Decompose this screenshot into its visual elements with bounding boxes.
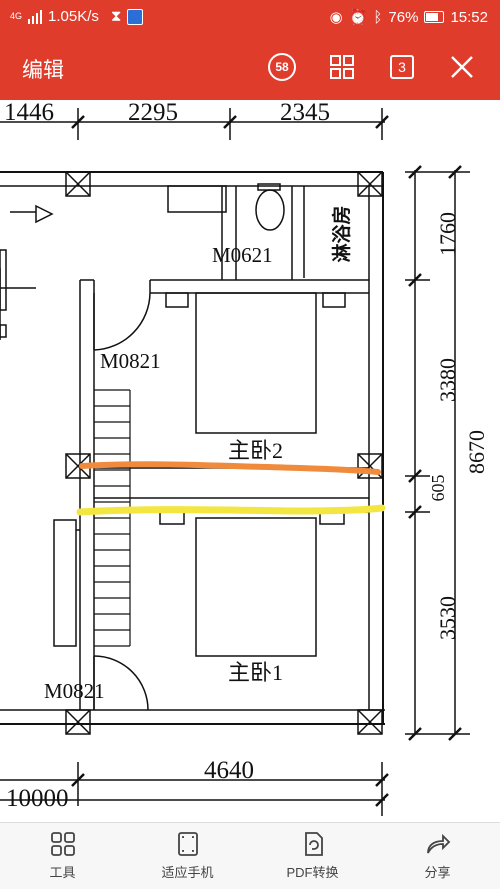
dim-right-3380: 3380: [435, 358, 460, 402]
dim-right-1760: 1760: [435, 212, 460, 256]
dim-top-2295: 2295: [128, 100, 178, 126]
door-m0621-label: M0621: [212, 243, 273, 267]
tools-label: 工具: [49, 865, 76, 880]
page-title: 编辑: [22, 59, 64, 82]
share-button[interactable]: 分享: [375, 823, 500, 889]
door-m0821-bottom-label: M0821: [44, 679, 105, 703]
bottom-toolbar: 工具 适应手机 PDF转换 分享: [0, 822, 500, 889]
alarm-icon: ⏰: [348, 9, 368, 26]
dim-right-total-8670: 8670: [464, 430, 489, 474]
app-58-button[interactable]: 58: [263, 48, 301, 86]
grid-view-button[interactable]: [323, 48, 361, 86]
app-bar: 编辑 58 3: [0, 34, 500, 100]
badge-58-icon: 58: [268, 53, 296, 81]
badge-58-label: 58: [275, 60, 289, 74]
door-m0821-top-label: M0821: [100, 349, 161, 373]
dim-bottom-4640: 4640: [204, 757, 254, 784]
dim-bottom-total-10000: 10000: [6, 785, 69, 812]
document-canvas[interactable]: 1446 2295 2345 M0621 淋浴房 M0821 主卧2 主卧1 M…: [0, 100, 500, 822]
pdf-convert-label: PDF转换: [286, 865, 339, 880]
tools-button[interactable]: 工具: [0, 823, 125, 889]
share-icon: [426, 833, 450, 854]
fit-phone-label: 适应手机: [161, 865, 214, 880]
bedroom1-label: 主卧1: [228, 660, 283, 685]
dim-top-2345: 2345: [280, 100, 330, 126]
dim-right-605: 605: [428, 475, 448, 502]
shield-app-icon: [127, 8, 144, 25]
battery-percent: 76%: [388, 8, 419, 26]
page-count-badge: 3: [390, 55, 414, 79]
fit-phone-button[interactable]: 适应手机: [125, 823, 250, 889]
floor-plan: 1446 2295 2345 M0621 淋浴房 M0821 主卧2 主卧1 M…: [0, 100, 489, 816]
bluetooth-icon: ᛒ: [373, 8, 383, 26]
shower-label: 淋浴房: [330, 205, 353, 262]
close-icon: [451, 56, 473, 78]
pdf-convert-icon: [304, 832, 323, 856]
pdf-convert-button[interactable]: PDF转换: [250, 823, 375, 889]
signal-icon: [28, 9, 43, 24]
yellow-annotation-stroke: [76, 504, 386, 516]
network-type: 4G: [10, 11, 23, 21]
status-bar: 4G 1.05K/s ⧗ ◉ ⏰ ᛒ 76% 15:52: [0, 0, 500, 34]
eye-icon: ◉: [329, 9, 343, 26]
page-count-button[interactable]: 3: [383, 48, 421, 86]
tools-grid-icon: [50, 832, 75, 856]
battery-icon: [424, 11, 445, 23]
clock-time: 15:52: [450, 8, 488, 26]
fit-screen-icon: [177, 832, 198, 856]
close-button[interactable]: [443, 48, 481, 86]
dim-right-3530: 3530: [435, 596, 460, 640]
share-label: 分享: [424, 865, 451, 880]
hourglass-icon: ⧗: [110, 8, 122, 25]
dim-top-1446: 1446: [4, 100, 54, 126]
grid-icon: [330, 55, 354, 79]
bedroom2-label: 主卧2: [228, 438, 283, 463]
network-speed: 1.05K/s: [48, 8, 99, 25]
